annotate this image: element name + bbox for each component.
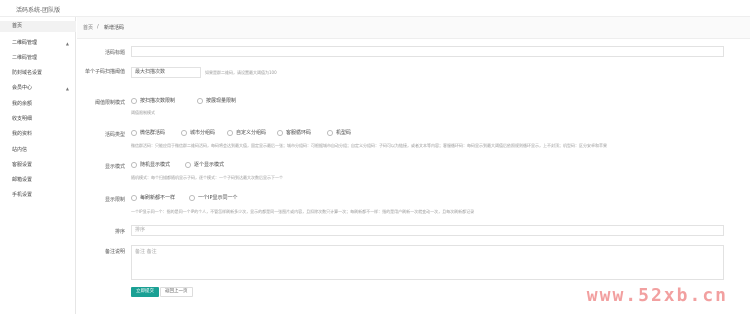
sidebar-item-service[interactable]: 客服设置	[0, 160, 76, 171]
display-hint: 随机模式：每个扫描都随机显示子码，逐个模式：一个子码到达最大次数后显示下一个	[131, 175, 283, 180]
sort-label: 排序	[114, 229, 125, 235]
sidebar-item-domain[interactable]: 防封域名设置	[0, 68, 76, 79]
type-label: 活码类型	[104, 132, 125, 138]
sidebar-item-ledger[interactable]: 收支明细	[0, 114, 76, 125]
type-hint: 微信群活码：只能应用于微信群二维码活码，每码将会达到最大值，固定显示最后一张；城…	[131, 143, 607, 148]
radio-icon	[277, 129, 283, 136]
radio-icon	[131, 129, 137, 136]
sidebar-item-label: 会员中心	[12, 85, 33, 91]
chevron-up-icon: ▲	[65, 86, 69, 91]
limit-label: 显示限制	[104, 197, 125, 203]
title-label: 活码标题	[104, 50, 125, 56]
radio-icon	[185, 161, 191, 168]
chevron-up-icon: ▲	[65, 41, 69, 46]
type-option-custom[interactable]: 自定义分组码	[227, 129, 266, 137]
radio-icon	[131, 97, 137, 104]
top-bar: 活码系统-团队版	[0, 0, 750, 17]
threshold-option-view[interactable]: 按展现量限制	[197, 97, 236, 105]
type-option-city[interactable]: 城市分组码	[181, 129, 215, 137]
radio-icon	[197, 97, 203, 104]
note-textarea[interactable]: 备注 备注	[131, 245, 724, 280]
back-button[interactable]: 返回上一页	[160, 287, 193, 297]
watermark: www.52xb.cn	[586, 285, 728, 306]
max-scan-label: 单个子码扫描阈值	[84, 69, 125, 75]
sidebar-item-messages[interactable]: 站内信	[0, 145, 76, 156]
sidebar-item-label: 首页	[12, 23, 23, 29]
sidebar-group-member[interactable]: 会员中心 ▲	[0, 83, 76, 94]
breadcrumb: 首页 / 新增活码	[77, 17, 750, 39]
main-content: 首页 / 新增活码 活码标题 单个子码扫描阈值 最大扫描次数 如果是群二维码，请…	[77, 17, 750, 314]
radio-icon	[181, 129, 187, 136]
sidebar-item-label: 二维码管理	[12, 40, 38, 46]
sidebar-item-phone[interactable]: 手机设置	[0, 190, 76, 201]
sidebar: 首页 二维码管理 ▲ 二维码管理 防封域名设置 会员中心 ▲ 我的余额 收支明细 我…	[0, 17, 76, 314]
max-scan-input[interactable]: 最大扫描次数	[131, 67, 201, 78]
sidebar-item-label: 手机设置	[12, 192, 33, 198]
type-option-service[interactable]: 客服循环码	[277, 129, 311, 137]
threshold-label: 阈值限制模式	[94, 100, 125, 106]
limit-option-ip[interactable]: 一个IP显示同一个	[189, 194, 238, 202]
display-option-random[interactable]: 随机显示模式	[131, 161, 170, 169]
submit-button[interactable]: 立即提交	[131, 287, 159, 297]
sidebar-item-qrcode-manage[interactable]: 二维码管理	[0, 53, 76, 64]
sidebar-item-label: 二维码管理	[12, 55, 38, 61]
type-option-group[interactable]: 微信群活码	[131, 129, 165, 137]
radio-icon	[131, 194, 137, 201]
radio-icon	[327, 129, 333, 136]
breadcrumb-separator: /	[97, 24, 99, 30]
sidebar-item-profile[interactable]: 我的资料	[0, 129, 76, 140]
sort-input[interactable]: 排序	[131, 225, 724, 236]
sidebar-item-label: 收支明细	[12, 116, 33, 122]
limit-option-refresh[interactable]: 每刷新都不一样	[131, 194, 175, 202]
display-label: 显示模式	[104, 164, 125, 170]
display-option-sequential[interactable]: 逐个显示模式	[185, 161, 224, 169]
threshold-hint: 阈值限制模式	[131, 110, 155, 115]
sidebar-item-label: 邮箱设置	[12, 177, 33, 183]
sidebar-item-label: 客服设置	[12, 162, 33, 168]
sidebar-item-home[interactable]: 首页	[0, 21, 76, 32]
type-option-device[interactable]: 机型码	[327, 129, 351, 137]
sidebar-item-label: 站内信	[12, 147, 28, 153]
sidebar-item-label: 我的余额	[12, 101, 33, 107]
title-input[interactable]	[131, 46, 724, 57]
sidebar-item-label: 防封域名设置	[12, 70, 43, 76]
radio-icon	[189, 194, 195, 201]
breadcrumb-home[interactable]: 首页	[83, 24, 93, 31]
sidebar-item-label: 我的资料	[12, 131, 33, 137]
threshold-option-scan[interactable]: 按扫描次数限制	[131, 97, 175, 105]
max-scan-hint: 如果是群二维码，请设置最大阈值为100	[205, 70, 277, 75]
sidebar-item-balance[interactable]: 我的余额	[0, 99, 76, 110]
note-label: 备注说明	[104, 249, 125, 255]
radio-icon	[131, 161, 137, 168]
radio-icon	[227, 129, 233, 136]
sidebar-group-qrcode[interactable]: 二维码管理 ▲	[0, 38, 76, 49]
breadcrumb-current: 新增活码	[104, 25, 125, 31]
app-title: 活码系统-团队版	[16, 7, 61, 14]
limit-hint: 一个IP显示同一个：指的是同一个IP的个人，不管怎样刷新多少次，显示的都是同一张…	[131, 209, 475, 214]
sidebar-item-email[interactable]: 邮箱设置	[0, 175, 76, 186]
